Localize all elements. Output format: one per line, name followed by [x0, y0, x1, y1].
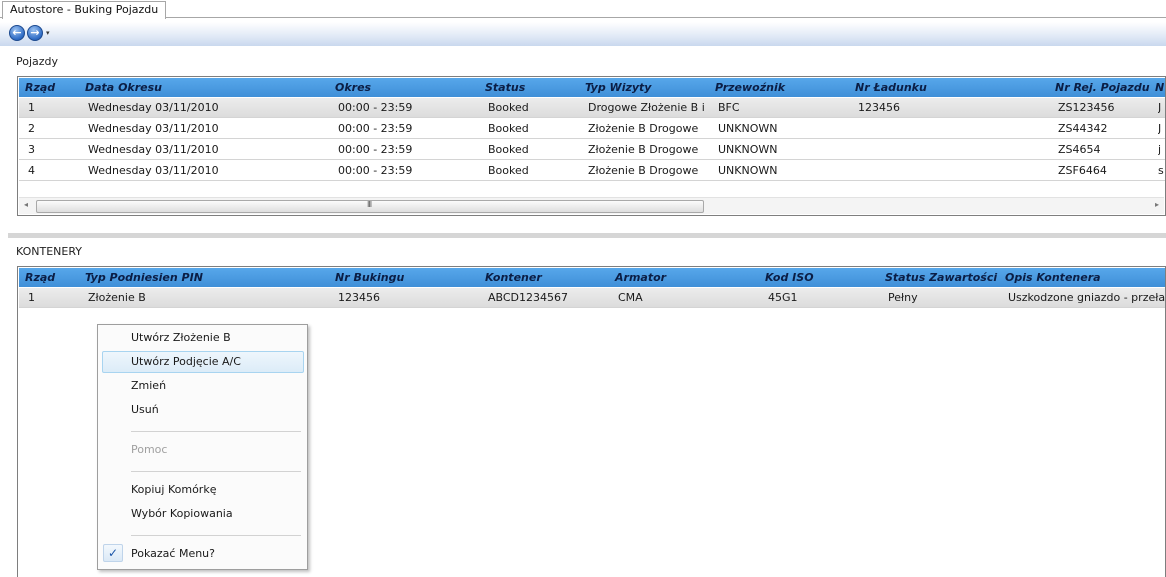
cell-next: J: [1158, 101, 1162, 114]
menu-item-copy-selection[interactable]: Wybór Kopiowania: [102, 503, 304, 525]
cell-carrier: BFC: [718, 101, 740, 114]
cell-vehicle-registration: ZSF6464: [1058, 164, 1107, 177]
column-header-carrier[interactable]: Przewoźnik: [713, 78, 853, 97]
cell-container-description: Uszkodzone gniazdo - przeła: [1008, 291, 1166, 304]
menu-separator: [131, 471, 301, 472]
vehicles-section-label: Pojazdy: [16, 55, 59, 68]
cell-carrier: UNKNOWN: [718, 122, 778, 135]
menu-item-edit[interactable]: Zmień: [102, 375, 304, 397]
cell-row-number: 4: [28, 164, 35, 177]
menu-item-create-pickup-ac[interactable]: Utwórz Podjęcie A/C: [102, 351, 304, 373]
menu-separator: [131, 535, 301, 536]
column-header-period[interactable]: Okres: [333, 78, 483, 97]
back-arrow-icon[interactable]: ←: [9, 25, 25, 41]
table-row[interactable]: 1 Wednesday 03/11/2010 00:00 - 23:59 Boo…: [19, 98, 1165, 118]
cell-period: 00:00 - 23:59: [338, 143, 413, 156]
cell-load-number: [858, 140, 1048, 160]
column-header-period-date[interactable]: Data Okresu: [83, 78, 333, 97]
menu-item-help: Pomoc: [131, 443, 168, 456]
tab-bar: Autostore - Buking Pojazdu: [0, 0, 1166, 19]
scroll-right-arrow-icon[interactable]: ▸: [1155, 200, 1159, 209]
cell-period-date: Wednesday 03/11/2010: [88, 122, 219, 135]
scrollbar-thumb[interactable]: III: [36, 200, 704, 213]
column-header-row[interactable]: Rząd: [23, 268, 83, 287]
scroll-left-arrow-icon[interactable]: ◂: [24, 200, 28, 209]
cell-vehicle-registration: ZS123456: [1058, 101, 1115, 114]
cell-row-number: 3: [28, 143, 35, 156]
cell-visit-type: Drogowe Złożenie B i: [588, 101, 705, 114]
scrollbar-grip-icon: III: [367, 200, 372, 209]
column-header-iso-code[interactable]: Kod ISO: [763, 268, 883, 287]
cell-lift-type-pin: Złożenie B: [88, 291, 146, 304]
cell-iso-code: 45G1: [768, 291, 798, 304]
cell-next: j: [1158, 143, 1162, 156]
navigation-toolbar: ← → ▾: [0, 22, 1166, 46]
cell-next: J: [1158, 122, 1162, 135]
cell-vehicle-registration: ZS44342: [1058, 122, 1108, 135]
cell-period: 00:00 - 23:59: [338, 164, 413, 177]
cell-period-date: Wednesday 03/11/2010: [88, 101, 219, 114]
menu-separator: [131, 431, 301, 432]
column-header-vehicle-registration[interactable]: Nr Rej. Pojazdu: [1053, 78, 1153, 97]
table-row[interactable]: 3 Wednesday 03/11/2010 00:00 - 23:59 Boo…: [19, 140, 1165, 160]
column-header-content-status[interactable]: Status Zawartości: [883, 268, 1001, 287]
containers-section-label: KONTENERY: [16, 245, 83, 258]
tab-autostore-buking[interactable]: Autostore - Buking Pojazdu: [2, 1, 167, 19]
cell-row-number: 2: [28, 122, 35, 135]
cell-period: 00:00 - 23:59: [338, 122, 413, 135]
cell-status: Booked: [488, 101, 529, 114]
vehicles-grid-header: Rząd Data Okresu Okres Status Typ Wizyty…: [19, 78, 1165, 97]
horizontal-scrollbar[interactable]: ◂ III ▸: [19, 197, 1164, 214]
context-menu: Utwórz Złożenie B Utwórz Podjęcie A/C Zm…: [97, 324, 308, 570]
column-header-visit-type[interactable]: Typ Wizyty: [583, 78, 713, 97]
column-header-row[interactable]: Rząd: [23, 78, 83, 97]
menu-item-create-assembly-b[interactable]: Utwórz Złożenie B: [102, 327, 304, 349]
cell-row-number: 1: [28, 291, 35, 304]
cell-status: Booked: [488, 122, 529, 135]
vehicles-grid: Rząd Data Okresu Okres Status Typ Wizyty…: [17, 76, 1166, 216]
menu-item-show-menu[interactable]: Pokazać Menu?: [102, 543, 304, 565]
cell-carrier: UNKNOWN: [718, 143, 778, 156]
cell-load-number: [858, 161, 1048, 181]
cell-visit-type: Złożenie B Drogowe: [588, 164, 699, 177]
column-header-container-description[interactable]: Opis Kontenera: [1003, 268, 1165, 287]
cell-load-number: 123456: [858, 101, 900, 114]
cell-period-date: Wednesday 03/11/2010: [88, 164, 219, 177]
table-row[interactable]: 1 Złożenie B 123456 ABCD1234567 CMA 45G1…: [19, 288, 1165, 308]
cell-vehicle-registration: ZS4654: [1058, 143, 1101, 156]
menu-item-delete[interactable]: Usuń: [102, 399, 304, 421]
table-row[interactable]: 2 Wednesday 03/11/2010 00:00 - 23:59 Boo…: [19, 119, 1165, 139]
panel-splitter[interactable]: [8, 233, 1166, 238]
cell-container: ABCD1234567: [488, 291, 569, 304]
forward-arrow-icon[interactable]: →: [27, 25, 43, 41]
column-header-booking-number[interactable]: Nr Bukingu: [333, 268, 483, 287]
column-header-lift-type-pin[interactable]: Typ Podniesien PIN: [83, 268, 329, 287]
cell-next: s: [1158, 164, 1164, 177]
cell-status: Booked: [488, 143, 529, 156]
cell-visit-type: Złożenie B Drogowe: [588, 122, 699, 135]
column-header-shipping-line[interactable]: Armator: [613, 268, 763, 287]
menu-item-copy-cell[interactable]: Kopiuj Komórkę: [102, 479, 304, 501]
cell-period-date: Wednesday 03/11/2010: [88, 143, 219, 156]
cell-content-status: Pełny: [888, 291, 918, 304]
cell-status: Booked: [488, 164, 529, 177]
cell-booking-number: 123456: [338, 291, 380, 304]
table-row[interactable]: 4 Wednesday 03/11/2010 00:00 - 23:59 Boo…: [19, 161, 1165, 181]
cell-load-number: [858, 119, 1048, 139]
cell-visit-type: Złożenie B Drogowe: [588, 143, 699, 156]
containers-grid-header: Rząd Typ Podniesien PIN Nr Bukingu Konte…: [19, 268, 1165, 287]
cell-shipping-line: CMA: [618, 291, 643, 304]
cell-carrier: UNKNOWN: [718, 164, 778, 177]
column-header-next[interactable]: N: [1153, 78, 1165, 97]
column-header-status[interactable]: Status: [483, 78, 583, 97]
history-dropdown-icon[interactable]: ▾: [46, 29, 50, 37]
cell-row-number: 1: [28, 101, 35, 114]
column-header-load-number[interactable]: Nr Ładunku: [853, 78, 1053, 97]
cell-period: 00:00 - 23:59: [338, 101, 413, 114]
column-header-container[interactable]: Kontener: [483, 268, 613, 287]
